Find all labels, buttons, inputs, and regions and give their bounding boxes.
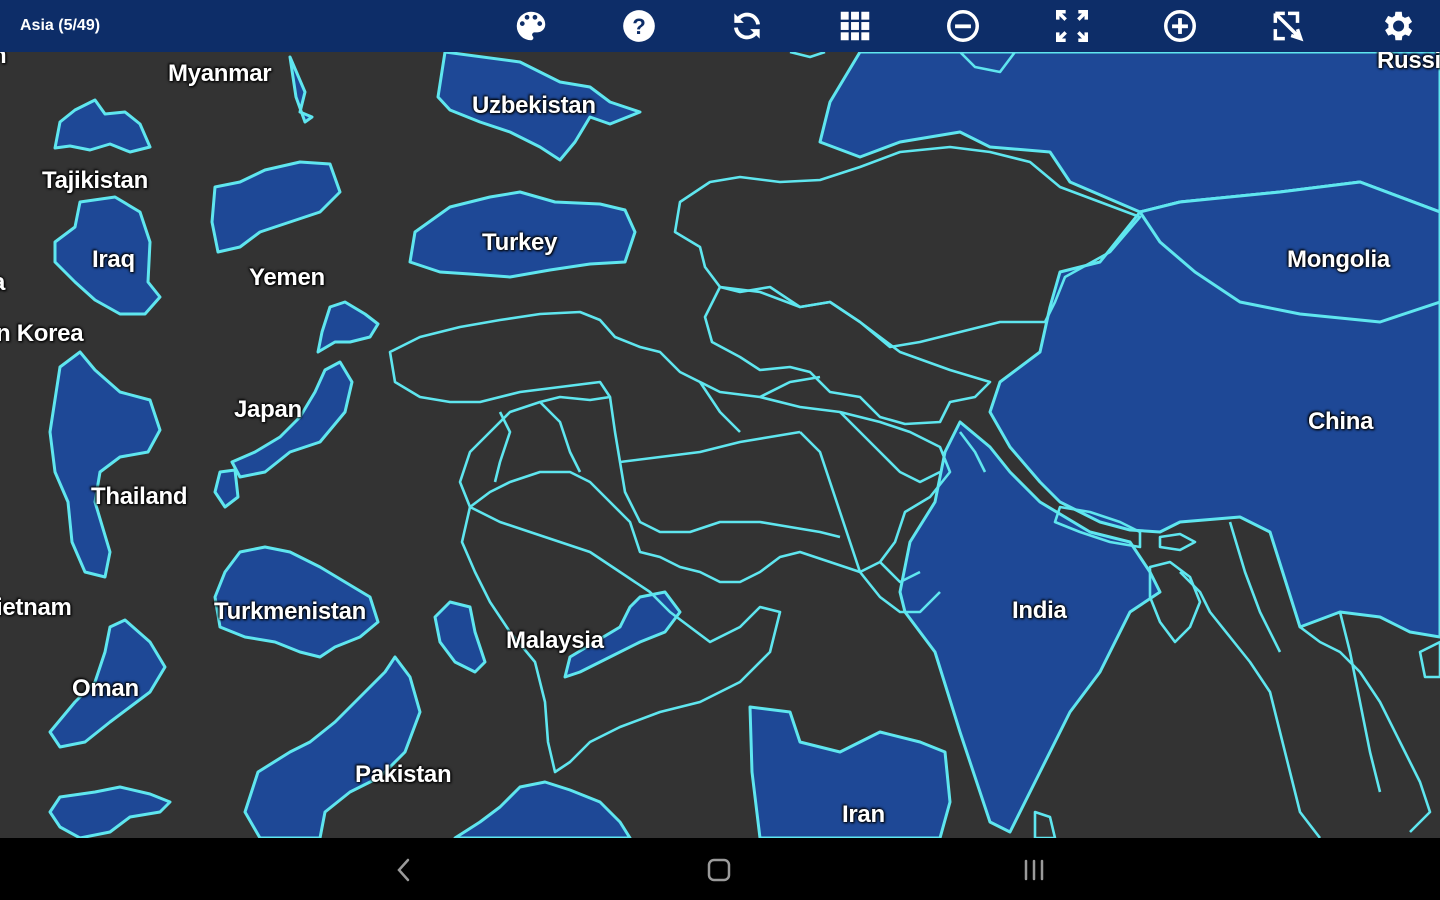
- japan-piece-south: [213, 468, 240, 509]
- label-uzbekistan[interactable]: Uzbekistan: [472, 92, 596, 120]
- small-piece-bottom-left: [48, 785, 172, 838]
- move-icon: [1273, 11, 1304, 42]
- back-button[interactable]: [384, 854, 424, 886]
- small-piece-bottom-mid: [453, 780, 632, 838]
- palette-button[interactable]: [509, 4, 553, 48]
- myanmar-piece: [288, 55, 314, 124]
- label-cut-left-2: a: [0, 269, 5, 297]
- pakistan-piece: [243, 655, 422, 838]
- system-nav-bar: [0, 838, 1440, 900]
- label-yemen[interactable]: Yemen: [249, 264, 325, 292]
- map-canvas[interactable]: n Myanmar Uzbekistan Tajikistan Turkey I…: [0, 52, 1440, 838]
- label-tajikistan[interactable]: Tajikistan: [42, 167, 148, 195]
- help-button[interactable]: ?: [617, 4, 661, 48]
- label-russia: Russi: [1377, 52, 1440, 74]
- label-cut-left-1: n: [0, 52, 7, 70]
- home-icon: [707, 858, 731, 882]
- outline-extra-east: [1418, 640, 1440, 679]
- move-button[interactable]: [1266, 4, 1310, 48]
- palette-icon: [516, 11, 546, 41]
- label-india: India: [1012, 597, 1067, 624]
- outline-middle-east: [388, 310, 952, 584]
- pieces-grid-button[interactable]: [833, 4, 877, 48]
- north-korea-piece: [316, 300, 380, 354]
- zoom-in-button[interactable]: [1158, 4, 1202, 48]
- outline-afghan-region: [703, 285, 992, 426]
- label-myanmar[interactable]: Myanmar: [168, 60, 272, 88]
- outline-bangladesh: [1148, 560, 1202, 644]
- map-graphics: [48, 52, 1440, 838]
- label-china: China: [1308, 408, 1374, 435]
- zoom-in-icon: [1164, 10, 1196, 42]
- outline-sri-lanka: [1033, 810, 1057, 838]
- restart-button[interactable]: [725, 4, 769, 48]
- grid-icon: [840, 11, 870, 41]
- recents-icon: [1024, 859, 1044, 881]
- outline-bhutan: [1158, 532, 1197, 552]
- home-button[interactable]: [699, 854, 739, 886]
- label-mongolia: Mongolia: [1287, 246, 1390, 273]
- label-pakistan[interactable]: Pakistan: [355, 761, 452, 789]
- refresh-icon: [734, 12, 760, 40]
- label-malaysia[interactable]: Malaysia: [506, 627, 604, 655]
- zoom-out-button[interactable]: [941, 4, 985, 48]
- level-title: Asia (5/49): [20, 17, 101, 34]
- label-oman[interactable]: Oman: [72, 675, 139, 703]
- settings-button[interactable]: [1375, 4, 1419, 48]
- back-icon: [397, 858, 410, 882]
- help-icon: ?: [623, 10, 655, 42]
- yemen-piece: [210, 160, 342, 254]
- label-vietnam[interactable]: ietnam: [0, 594, 72, 622]
- tajikistan-piece: [53, 98, 152, 154]
- vietnam-piece: [433, 600, 487, 674]
- label-turkmenistan[interactable]: Turkmenistan: [214, 598, 366, 626]
- svg-text:?: ?: [632, 14, 646, 39]
- fullscreen-icon: [1056, 10, 1088, 42]
- label-north-korea[interactable]: n Korea: [0, 320, 84, 348]
- label-iraq[interactable]: Iraq: [92, 246, 135, 274]
- thailand-piece: [48, 350, 162, 579]
- settings-icon: [1384, 11, 1413, 41]
- label-thailand[interactable]: Thailand: [91, 483, 188, 511]
- top-toolbar: Asia (5/49) ?: [0, 0, 1440, 52]
- fullscreen-button[interactable]: [1050, 4, 1094, 48]
- zoom-out-icon: [947, 10, 979, 42]
- label-iran: Iran: [842, 801, 885, 828]
- recents-button[interactable]: [1014, 854, 1054, 886]
- label-japan[interactable]: Japan: [234, 396, 302, 424]
- label-turkey[interactable]: Turkey: [482, 229, 557, 257]
